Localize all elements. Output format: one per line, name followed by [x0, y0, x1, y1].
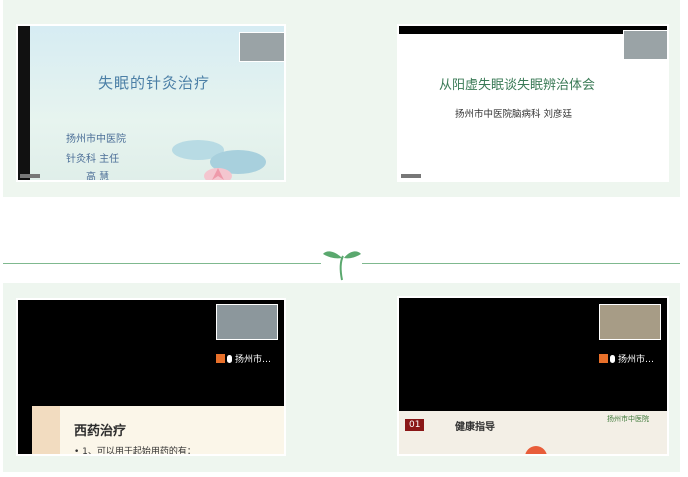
- slide-subtitle: 扬州市中医院脑病科 刘彦廷: [455, 109, 573, 120]
- slide-title: 失眠的针灸治疗: [98, 74, 211, 92]
- hospital-logo: 扬州市中医院: [607, 415, 649, 423]
- participant-thumbnail[interactable]: [239, 32, 284, 62]
- slide-heading: 西药治疗: [74, 424, 127, 439]
- video-tile-acupuncture[interactable]: 失眠的针灸治疗 扬州市中医院 针灸科 主任 高 慧: [16, 24, 286, 182]
- slide-line: 扬州市中医院: [66, 134, 126, 145]
- slide-card: 西药治疗 • 1、可以用于起始用药的有：: [32, 406, 284, 456]
- divider-left: [3, 263, 321, 264]
- slide-line: 针灸科 主任: [66, 154, 120, 165]
- mic-icon: [610, 354, 615, 363]
- sprout-icon: [323, 251, 361, 281]
- section-number: 01: [405, 419, 425, 431]
- lotus-icon: [172, 140, 266, 180]
- user-icon: [216, 354, 225, 363]
- status-bar: [20, 174, 40, 178]
- participant-thumbnail[interactable]: [216, 304, 278, 340]
- slide-bullet: • 1、可以用于起始用药的有：: [74, 447, 196, 456]
- participant-name: 扬州市…: [235, 355, 272, 365]
- video-tile-insomnia[interactable]: 从阳虚失眠谈失眠辨治体会 扬州市中医院脑病科 刘彦廷: [397, 24, 669, 182]
- divider-right: [362, 263, 680, 264]
- participant-label: 扬州市…: [599, 352, 654, 365]
- slide-line: 高 慧: [86, 172, 110, 182]
- mic-icon: [227, 354, 232, 363]
- participant-label: 扬州市…: [216, 352, 271, 365]
- participant-thumbnail[interactable]: [599, 304, 661, 340]
- slide-title: 从阳虚失眠谈失眠辨治体会: [439, 78, 596, 93]
- video-tile-health-guidance[interactable]: 扬州市… 01 健康指导 扬州市中医院: [397, 296, 669, 456]
- slide-heading: 健康指导: [455, 422, 495, 433]
- user-icon: [599, 354, 608, 363]
- participant-name: 扬州市…: [618, 355, 655, 365]
- participant-thumbnail[interactable]: [623, 30, 667, 60]
- video-tile-western-medicine[interactable]: 扬州市… 西药治疗 • 1、可以用于起始用药的有：: [16, 298, 286, 456]
- decor-strip: [32, 406, 60, 454]
- status-bar: [401, 174, 421, 178]
